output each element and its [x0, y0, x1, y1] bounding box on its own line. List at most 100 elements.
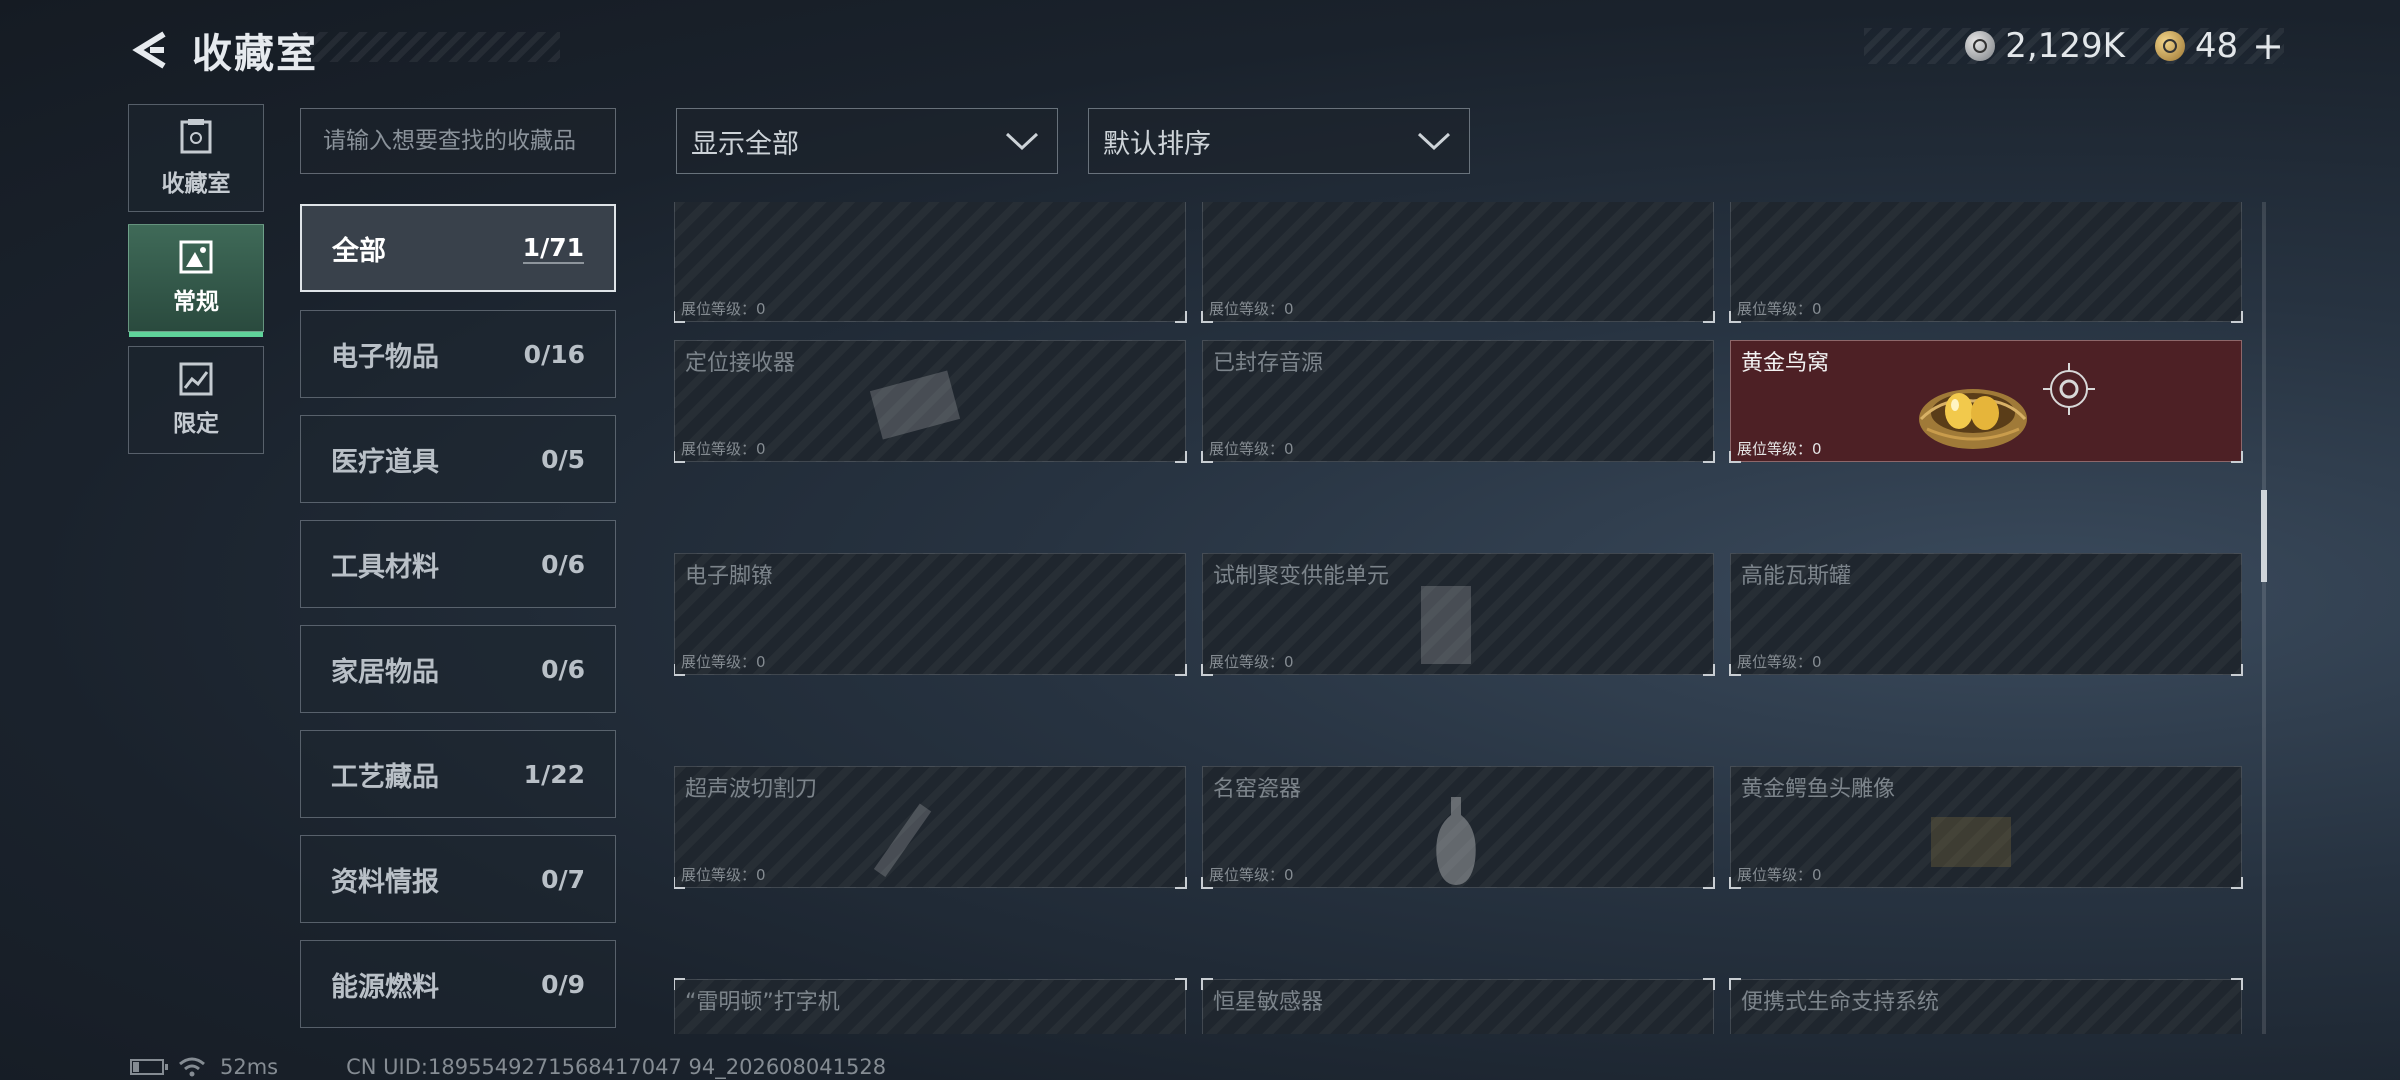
nav-item-collection-room[interactable]: 收藏室: [128, 104, 264, 212]
header: 收藏室: [128, 22, 318, 78]
user-uid: CN UID:1895549271568417047 94_2026080415…: [346, 1055, 887, 1079]
scrollbar-thumb[interactable]: [2261, 490, 2267, 582]
category-energy[interactable]: 能源燃料 0/9: [300, 940, 616, 1028]
gold-coin-icon: [2154, 31, 2185, 61]
limited-frame-icon: [179, 362, 213, 396]
gold-amount: 48: [2194, 26, 2239, 66]
back-arrow-icon[interactable]: [128, 28, 172, 72]
collection-card[interactable]: 高能瓦斯罐 展位等级：0: [1729, 553, 2243, 676]
card-level: 展位等级：0: [1209, 440, 1294, 458]
currency-bar: 2,129K 48 +: [1864, 24, 2284, 68]
item-silhouette-icon: [1421, 586, 1471, 664]
collection-card[interactable]: 便携式生命支持系统: [1729, 978, 2243, 1034]
category-count: 0/6: [541, 549, 585, 579]
card-level: 展位等级：0: [1737, 653, 1822, 671]
category-label: 工艺藏品: [331, 761, 439, 793]
collection-card[interactable]: 已封存音源 展位等级：0: [1201, 340, 1715, 463]
nav-item-limited[interactable]: 限定: [128, 346, 264, 454]
card-name: 已封存音源: [1213, 351, 1324, 376]
collection-card-owned[interactable]: 黄金鸟窝 展位等级：0: [1729, 340, 2243, 463]
card-name: 黄金鸟窝: [1741, 351, 1830, 376]
image-frame-icon: [179, 240, 213, 274]
card-name: 便携式生命支持系统: [1741, 990, 1940, 1015]
card-level: 展位等级：0: [1737, 866, 1822, 884]
collection-card[interactable]: 名窑瓷器 展位等级：0: [1201, 766, 1715, 889]
archive-icon: [180, 119, 212, 154]
category-intel[interactable]: 资料情报 0/7: [300, 835, 616, 923]
card-name: “雷明顿”打字机: [685, 990, 840, 1015]
card-name: 定位接收器: [685, 351, 796, 376]
category-label: 电子物品: [331, 341, 439, 373]
dropdown-value: 显示全部: [691, 128, 799, 160]
card-level: 展位等级：0: [681, 440, 766, 458]
target-reticle-icon: [2043, 363, 2095, 415]
ping-value: 52ms: [220, 1055, 279, 1079]
collection-card[interactable]: 定位接收器 展位等级：0: [674, 340, 1187, 463]
show-filter-dropdown[interactable]: 显示全部: [676, 108, 1058, 174]
card-name: 电子脚镣: [685, 564, 774, 589]
collection-card[interactable]: 试制聚变供能单元 展位等级：0: [1201, 553, 1715, 676]
scrollbar-track: [2262, 202, 2266, 1034]
nav-label: 收藏室: [161, 171, 231, 197]
status-bar: 52ms CN UID:1895549271568417047 94_20260…: [130, 1054, 886, 1080]
dropdown-value: 默认排序: [1103, 128, 1211, 160]
card-name: 恒星敏感器: [1213, 990, 1324, 1015]
sort-dropdown[interactable]: 默认排序: [1088, 108, 1470, 174]
chevron-down-icon: [1417, 132, 1451, 151]
battery-icon: [130, 1059, 168, 1075]
nav-label: 常规: [173, 289, 219, 315]
card-level: 展位等级：0: [681, 653, 766, 671]
item-silhouette-icon: [1931, 817, 2011, 867]
category-label: 资料情报: [331, 866, 439, 898]
silver-amount: 2,129K: [2005, 26, 2125, 66]
collection-card[interactable]: 恒星敏感器: [1201, 978, 1715, 1034]
search-input[interactable]: [301, 109, 615, 173]
card-name: 黄金鳄鱼头雕像: [1741, 777, 1896, 802]
card-level: 展位等级：0: [1209, 866, 1294, 884]
category-all[interactable]: 全部 1/71: [300, 204, 616, 292]
category-count: 1/22: [523, 759, 585, 789]
card-name: 名窑瓷器: [1213, 777, 1302, 802]
golden-nest-icon: [1919, 389, 2027, 449]
category-household[interactable]: 家居物品 0/6: [300, 625, 616, 713]
category-label: 能源燃料: [331, 971, 439, 1003]
collection-card[interactable]: “雷明顿”打字机: [674, 978, 1187, 1034]
card-level: 展位等级：0: [681, 866, 766, 884]
collection-card[interactable]: 展位等级：0: [1201, 202, 1715, 323]
card-name: 高能瓦斯罐: [1741, 564, 1852, 589]
category-count: 1/71: [522, 232, 584, 264]
card-name: 试制聚变供能单元: [1213, 564, 1390, 589]
collection-grid: 展位等级：0 展位等级：0 展位等级：0 定位接收器 展位等级：0 已封存音源 …: [674, 202, 2246, 1034]
card-name: 超声波切割刀: [685, 777, 818, 802]
chevron-down-icon: [1005, 132, 1039, 151]
card-level: 展位等级：0: [1209, 653, 1294, 671]
category-count: 0/16: [523, 339, 585, 369]
silver-coin-icon: [1965, 31, 1996, 61]
category-label: 工具材料: [331, 551, 439, 583]
category-label: 全部: [332, 235, 386, 267]
category-count: 0/9: [541, 969, 585, 999]
collection-card[interactable]: 黄金鳄鱼头雕像 展位等级：0: [1729, 766, 2243, 889]
collection-card[interactable]: 展位等级：0: [674, 202, 1187, 323]
collection-card[interactable]: 展位等级：0: [1729, 202, 2243, 323]
add-currency-button[interactable]: +: [2252, 24, 2284, 68]
category-label: 家居物品: [331, 656, 439, 688]
item-silhouette-icon: [873, 803, 932, 878]
category-count: 0/5: [541, 444, 585, 474]
category-crafts[interactable]: 工艺藏品 1/22: [300, 730, 616, 818]
category-medical[interactable]: 医疗道具 0/5: [300, 415, 616, 503]
title-decoration: [300, 32, 560, 62]
category-label: 医疗道具: [331, 446, 439, 478]
item-silhouette-icon: [869, 370, 961, 440]
porcelain-vase-icon: [1436, 797, 1476, 885]
nav-item-regular[interactable]: 常规: [128, 224, 264, 337]
card-level: 展位等级：0: [1737, 300, 1822, 318]
wifi-icon: [179, 1057, 205, 1077]
collection-card[interactable]: 电子脚镣 展位等级：0: [674, 553, 1187, 676]
collection-card[interactable]: 超声波切割刀 展位等级：0: [674, 766, 1187, 889]
category-tools[interactable]: 工具材料 0/6: [300, 520, 616, 608]
search-box[interactable]: [300, 108, 616, 174]
category-count: 0/7: [541, 864, 585, 894]
category-electronics[interactable]: 电子物品 0/16: [300, 310, 616, 398]
card-level: 展位等级：0: [1209, 300, 1294, 318]
